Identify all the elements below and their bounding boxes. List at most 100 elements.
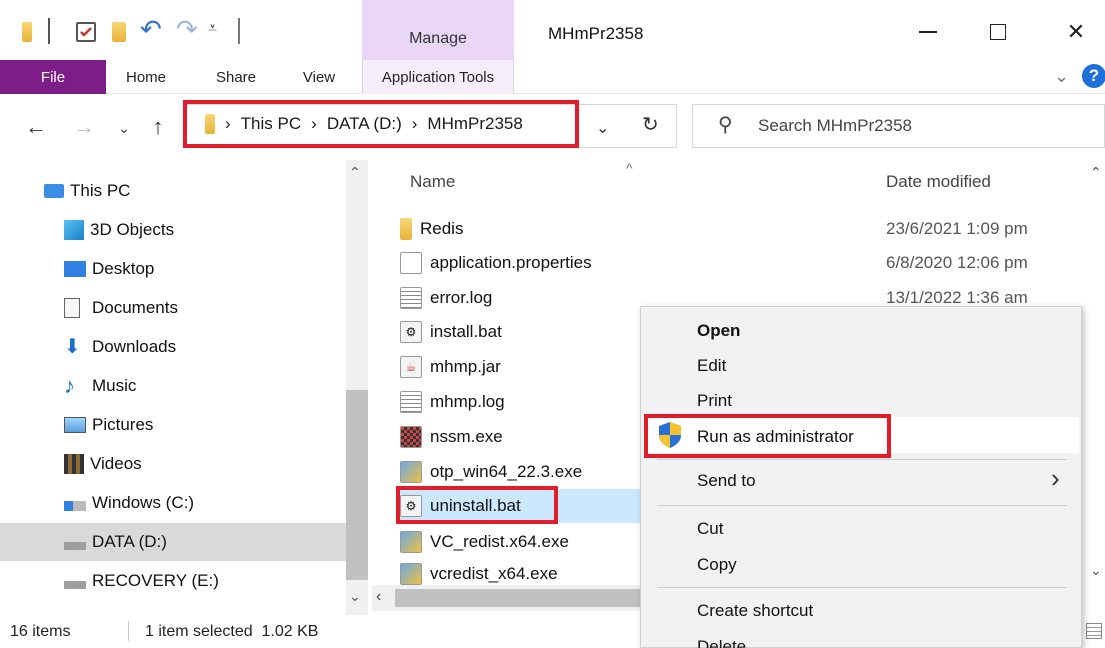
file-name: VC_redist.x64.exe: [430, 532, 569, 551]
scroll-up-icon[interactable]: ⌃: [1090, 164, 1102, 181]
menu-item-send-to[interactable]: Send to: [697, 471, 756, 491]
sort-ascending-icon: ^: [626, 160, 633, 176]
downloads-icon: ⬇: [64, 336, 81, 358]
sidebar-item-windows-c[interactable]: Windows (C:): [0, 484, 346, 522]
sidebar-item-recovery-e[interactable]: RECOVERY (E:): [0, 562, 346, 600]
tab-application-tools[interactable]: Application Tools: [362, 60, 514, 94]
nav-scrollbar-thumb[interactable]: [346, 390, 368, 580]
menu-item-cut[interactable]: Cut: [697, 519, 723, 539]
ribbon-tabs: File Home Share View Application Tools ⌄…: [0, 60, 1105, 94]
tab-file[interactable]: File: [0, 60, 106, 94]
up-button[interactable]: ↑: [144, 114, 172, 140]
properties-icon[interactable]: [76, 22, 96, 42]
window-title: MHmPr2358: [548, 24, 644, 43]
drive-icon: [64, 542, 86, 550]
table-row[interactable]: application.properties 6/8/2020 12:06 pm: [400, 246, 1090, 280]
manage-tab[interactable]: Manage: [362, 0, 514, 60]
uninstall-highlight: [396, 486, 558, 524]
menu-item-copy[interactable]: Copy: [697, 555, 737, 575]
scroll-up-icon[interactable]: ⌃: [349, 164, 361, 181]
text-file-icon: [400, 391, 422, 413]
pc-icon: [44, 184, 64, 198]
sidebar-item-music[interactable]: ♪ Music: [0, 367, 346, 405]
folder-icon: [205, 114, 215, 134]
menu-item-delete[interactable]: Delete: [697, 637, 746, 648]
item-count: 16 items: [10, 623, 71, 640]
menu-item-print[interactable]: Print: [697, 391, 732, 411]
file-name: error.log: [430, 288, 493, 307]
sidebar-item-videos[interactable]: Videos: [0, 445, 346, 483]
sidebar-item-label: DATA (D:): [92, 532, 167, 551]
maximize-button[interactable]: [970, 14, 1026, 50]
customize-qa-icon[interactable]: ⩡: [208, 20, 217, 38]
sidebar-item-desktop[interactable]: Desktop: [0, 250, 346, 288]
scroll-down-icon[interactable]: ⌄: [349, 588, 361, 605]
pictures-icon: [64, 417, 86, 433]
sidebar-item-data-d[interactable]: DATA (D:): [0, 523, 346, 561]
breadcrumb-this-pc[interactable]: This PC: [241, 114, 301, 134]
sidebar-item-label: Documents: [92, 298, 178, 317]
folder-icon: [400, 218, 412, 240]
menu-item-edit[interactable]: Edit: [697, 356, 726, 376]
sidebar-item-downloads[interactable]: ⬇ Downloads: [0, 328, 346, 366]
sidebar-item-pictures[interactable]: Pictures: [0, 406, 346, 444]
file-name: install.bat: [430, 322, 502, 341]
sidebar-item-label: 3D Objects: [90, 220, 175, 239]
close-button[interactable]: ✕: [1048, 14, 1104, 50]
recent-locations-button[interactable]: ⌄: [110, 120, 138, 137]
menu-item-open[interactable]: Open: [697, 321, 740, 341]
minimize-icon: [919, 31, 937, 33]
batch-file-icon: ⚙: [400, 321, 422, 343]
context-menu: Open Edit Print Run as administrator Sen…: [640, 306, 1082, 648]
chevron-right-icon: ›: [411, 114, 418, 133]
music-icon: ♪: [64, 373, 75, 398]
column-header-date-modified[interactable]: Date modified: [886, 172, 991, 192]
sidebar-item-3d-objects[interactable]: 3D Objects: [0, 211, 346, 249]
menu-item-create-shortcut[interactable]: Create shortcut: [697, 601, 813, 621]
new-folder-icon[interactable]: [112, 22, 126, 42]
breadcrumb-current-folder[interactable]: MHmPr2358: [427, 114, 522, 134]
file-name: Redis: [420, 219, 464, 238]
videos-icon: [64, 454, 84, 474]
redo-icon[interactable]: ↷: [176, 14, 198, 45]
sidebar-item-documents[interactable]: Documents: [0, 289, 346, 327]
tab-view[interactable]: View: [282, 60, 356, 94]
file-date: 13/1/2022 1:36 am: [886, 288, 1028, 307]
breadcrumb-data-drive[interactable]: DATA (D:): [327, 114, 402, 134]
file-name: mhmp.jar: [430, 357, 501, 376]
horizontal-scrollbar-thumb[interactable]: [395, 589, 640, 607]
table-row[interactable]: Redis 23/6/2021 1:09 pm: [400, 212, 1090, 246]
help-icon[interactable]: ?: [1082, 64, 1105, 88]
file-date: 23/6/2021 1:09 pm: [886, 219, 1028, 238]
address-row: ← → ⌄ ↑ › This PC › DATA (D:) › MHmPr235…: [0, 94, 1105, 160]
documents-icon: [64, 298, 80, 318]
chevron-right-icon: ›: [225, 114, 231, 133]
file-name: vcredist_x64.exe: [430, 564, 558, 583]
sidebar-item-label: Videos: [90, 454, 142, 473]
sidebar-item-this-pc[interactable]: This PC: [0, 172, 346, 210]
details-view-icon[interactable]: [1086, 623, 1102, 639]
refresh-icon[interactable]: ↻: [642, 112, 659, 137]
search-placeholder: Search MHmPr2358: [758, 116, 913, 135]
scroll-down-icon[interactable]: ⌄: [1090, 562, 1102, 579]
tab-home[interactable]: Home: [106, 60, 186, 94]
breadcrumb: › This PC › DATA (D:) › MHmPr2358: [205, 114, 523, 134]
file-name: otp_win64_22.3.exe: [430, 462, 583, 481]
chevron-right-icon: ›: [1051, 463, 1060, 493]
forward-button[interactable]: →: [70, 114, 98, 140]
minimize-button[interactable]: [900, 14, 956, 50]
scroll-left-icon[interactable]: ‹: [376, 588, 381, 606]
undo-icon[interactable]: ↶: [140, 14, 162, 45]
back-button[interactable]: ←: [22, 114, 50, 140]
expand-ribbon-icon[interactable]: ⌄: [1054, 66, 1069, 87]
3d-objects-icon: [64, 220, 84, 240]
selection-info: 1 item selected 1.02 KB: [145, 623, 319, 640]
installer-icon: [400, 563, 422, 585]
address-dropdown-icon[interactable]: ⌄: [596, 118, 609, 138]
menu-separator: [657, 505, 1067, 506]
column-header-name[interactable]: Name: [410, 172, 455, 192]
search-icon: ⚲: [718, 114, 733, 136]
drive-c-icon: [64, 501, 86, 511]
jar-file-icon: ☕: [400, 356, 422, 378]
tab-share[interactable]: Share: [196, 60, 276, 94]
